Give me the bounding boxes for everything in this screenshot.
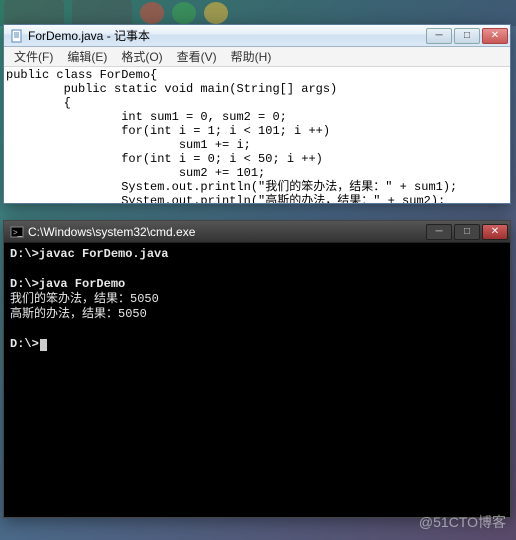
taskbar-circle-icon[interactable] bbox=[204, 2, 228, 24]
close-button[interactable]: ✕ bbox=[482, 28, 508, 44]
cmd-icon: >_ bbox=[10, 225, 24, 239]
cmd-titlebar[interactable]: >_ C:\Windows\system32\cmd.exe ─ □ ✕ bbox=[4, 221, 510, 243]
maximize-button[interactable]: □ bbox=[454, 28, 480, 44]
cmd-title: C:\Windows\system32\cmd.exe bbox=[28, 225, 426, 239]
menu-format[interactable]: 格式(O) bbox=[115, 46, 168, 67]
notepad-window: ForDemo.java - 记事本 ─ □ ✕ 文件(F) 编辑(E) 格式(… bbox=[3, 24, 511, 204]
menu-help[interactable]: 帮助(H) bbox=[225, 46, 278, 67]
minimize-button[interactable]: ─ bbox=[426, 28, 452, 44]
menu-view[interactable]: 查看(V) bbox=[171, 46, 223, 67]
close-button[interactable]: ✕ bbox=[482, 224, 508, 240]
cmd-line: D:\>java ForDemo bbox=[10, 277, 125, 291]
maximize-button[interactable]: □ bbox=[454, 224, 480, 240]
taskbar-item[interactable] bbox=[72, 0, 132, 26]
cmd-output[interactable]: D:\>javac ForDemo.java D:\>java ForDemo … bbox=[4, 243, 510, 517]
taskbar-item[interactable] bbox=[4, 0, 64, 26]
window-controls: ─ □ ✕ bbox=[426, 28, 508, 44]
notepad-titlebar[interactable]: ForDemo.java - 记事本 ─ □ ✕ bbox=[4, 25, 510, 47]
cmd-line: 我们的笨办法，结果：5050 bbox=[10, 292, 159, 306]
cmd-line: D:\>javac ForDemo.java bbox=[10, 247, 168, 261]
cmd-window: >_ C:\Windows\system32\cmd.exe ─ □ ✕ D:\… bbox=[3, 220, 511, 518]
desktop-taskbar bbox=[0, 0, 516, 26]
cmd-prompt: D:\> bbox=[10, 337, 39, 351]
cmd-line: 高斯的办法，结果：5050 bbox=[10, 307, 147, 321]
notepad-title: ForDemo.java - 记事本 bbox=[28, 27, 426, 44]
notepad-icon bbox=[10, 29, 24, 43]
svg-text:>_: >_ bbox=[13, 228, 23, 237]
notepad-editor[interactable]: public class ForDemo{ public static void… bbox=[4, 67, 510, 203]
minimize-button[interactable]: ─ bbox=[426, 224, 452, 240]
notepad-menubar: 文件(F) 编辑(E) 格式(O) 查看(V) 帮助(H) bbox=[4, 47, 510, 67]
taskbar-circle-icon[interactable] bbox=[140, 2, 164, 24]
cmd-cursor bbox=[40, 339, 47, 351]
menu-file[interactable]: 文件(F) bbox=[8, 46, 59, 67]
window-controls: ─ □ ✕ bbox=[426, 224, 508, 240]
taskbar-circle-icon[interactable] bbox=[172, 2, 196, 24]
menu-edit[interactable]: 编辑(E) bbox=[61, 46, 113, 67]
